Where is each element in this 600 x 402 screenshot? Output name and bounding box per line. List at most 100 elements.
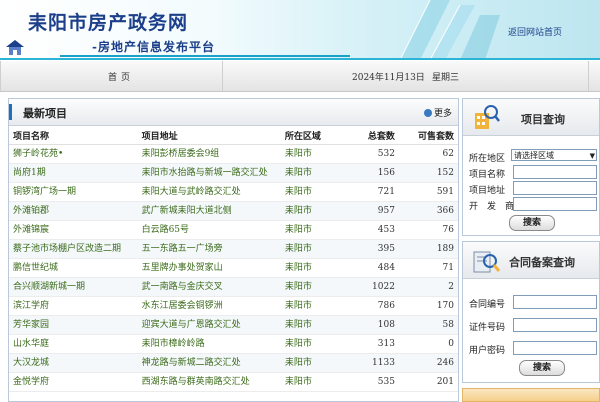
project-name-cell[interactable]: 金悦学府 xyxy=(9,372,138,392)
available-units-cell: 71 xyxy=(398,258,458,278)
house-logo-icon xyxy=(6,40,24,55)
table-row[interactable]: 滨江学府 水东江居委会铜锣洲 耒阳市 786 170 xyxy=(9,296,458,316)
region-select[interactable]: 请选择区域 ▼ xyxy=(511,149,597,161)
contract-number-row: 合同编号 xyxy=(463,292,599,314)
project-name-cell[interactable]: 鹏信世纪城 xyxy=(9,258,138,278)
project-name-cell[interactable]: 芳华家园 xyxy=(9,315,138,335)
table-row[interactable]: 合兴顺湖新城一期 武一南路与金庆交叉 耒阳市 1022 2 xyxy=(9,277,458,297)
project-area-cell: 耒阳市 xyxy=(280,163,349,183)
table-row[interactable]: 铜锣湾广场一期 耒阳大道与武岭路交汇处 耒阳市 721 591 xyxy=(9,182,458,202)
total-units-cell: 484 xyxy=(348,258,399,278)
project-area-cell: 耒阳市 xyxy=(280,372,349,392)
developer-row: 开发商 xyxy=(463,197,599,212)
table-row[interactable]: 外滩铂郡 武广新城耒阳大道北侧 耒阳市 957 366 xyxy=(9,201,458,221)
project-name-cell[interactable]: 滨江学府 xyxy=(9,296,138,316)
project-address-label: 项目地址 xyxy=(469,186,506,196)
contract-query-title: 合同备案查询 xyxy=(509,256,575,269)
project-address-cell: 白云路65号 xyxy=(137,220,281,240)
project-name-label: 项目名称 xyxy=(469,170,506,180)
cert-number-row: 证件号码 xyxy=(463,315,599,337)
project-address-cell: 耒阳市水抬路与新城一路交汇处 xyxy=(137,163,281,183)
project-area-cell: 耒阳市 xyxy=(280,201,349,221)
project-address-cell: 五里牌办事处贺家山 xyxy=(137,258,281,278)
table-row[interactable]: 芳华家园 迎宾大道与广恩路交汇处 耒阳市 108 58 xyxy=(9,315,458,335)
available-units-cell: 201 xyxy=(398,372,458,392)
table-row[interactable]: 蔡子池市场棚户区改造二期 五一东路五一广场旁 耒阳市 395 189 xyxy=(9,239,458,259)
table-row[interactable]: 狮子岭花苑• 耒阳彭桥居委会9组 耒阳市 532 62 xyxy=(9,144,458,164)
return-home-link[interactable]: 返回网站首页 xyxy=(508,25,562,38)
project-address-cell: 水东江居委会铜锣洲 xyxy=(137,296,281,316)
header-accent-bar xyxy=(9,104,12,120)
project-address-cell: 神龙路与新城二路交汇处 xyxy=(137,353,281,373)
table-row[interactable]: 金悦学府 西湖东路与群英南路交汇处 耒阳市 535 201 xyxy=(9,372,458,392)
site-header: 耒阳市房产政务网 -房地产信息发布平台 返回网站首页 xyxy=(0,0,600,60)
project-address-cell: 迎宾大道与广恩路交汇处 xyxy=(137,315,281,335)
available-units-cell: 189 xyxy=(398,239,458,259)
contract-search-button[interactable]: 搜索 xyxy=(519,360,565,376)
project-address-cell: 耒阳大道与武岭路交汇处 xyxy=(137,182,281,202)
developer-input[interactable] xyxy=(513,197,597,211)
project-address-cell: 西湖东路与群英南路交汇处 xyxy=(137,372,281,392)
project-area-cell: 耒阳市 xyxy=(280,144,349,164)
total-units-cell: 721 xyxy=(348,182,399,202)
project-name-cell[interactable]: 外滩锦宸 xyxy=(9,220,138,240)
project-name-input[interactable] xyxy=(513,165,597,179)
project-query-header: 项目查询 xyxy=(463,99,599,136)
project-name-cell[interactable]: 山水华庭 xyxy=(9,334,138,354)
site-title: 耒阳市房产政务网 xyxy=(28,12,189,34)
column-header: 项目地址 xyxy=(137,126,281,145)
table-header-row: 项目名称 项目地址 所在区域 总套数 可售套数 xyxy=(9,126,458,145)
project-name-cell[interactable]: 外滩铂郡 xyxy=(9,201,138,221)
contract-number-input[interactable] xyxy=(513,295,597,309)
available-units-cell: 170 xyxy=(398,296,458,316)
table-row[interactable]: 鹏信世纪城 五里牌办事处贺家山 耒阳市 484 71 xyxy=(9,258,458,278)
project-name-cell[interactable]: 合兴顺湖新城一期 xyxy=(9,277,138,297)
table-row[interactable]: 尚府1期 耒阳市水抬路与新城一路交汇处 耒阳市 156 152 xyxy=(9,163,458,183)
nav-separator xyxy=(0,61,1,91)
latest-projects-panel: 最新项目 更多 项目名称 项目地址 所在区域 总套数 可售套数 狮子岭花苑• 耒阳… xyxy=(8,98,459,402)
available-units-cell: 591 xyxy=(398,182,458,202)
user-password-label: 用户密码 xyxy=(469,346,506,356)
project-query-panel: 项目查询 所在地区 请选择区域 ▼ 项目名称 项目地址 开发商 搜索 xyxy=(462,98,600,236)
cert-number-input[interactable] xyxy=(513,318,597,332)
project-name-cell[interactable]: 铜锣湾广场一期 xyxy=(9,182,138,202)
total-units-cell: 453 xyxy=(348,220,399,240)
more-icon xyxy=(423,109,432,117)
total-units-cell: 108 xyxy=(348,315,399,335)
cert-number-label: 证件号码 xyxy=(469,323,506,333)
latest-projects-title: 最新项目 xyxy=(23,107,67,120)
user-password-input[interactable] xyxy=(513,341,597,355)
project-search-button[interactable]: 搜索 xyxy=(509,215,555,231)
current-date: 2024年11月13日 xyxy=(352,73,425,83)
project-area-cell: 耒阳市 xyxy=(280,296,349,316)
project-name-cell[interactable]: 狮子岭花苑• xyxy=(9,144,138,164)
project-address-input[interactable] xyxy=(513,181,597,195)
project-address-cell: 耒阳市樟岭岭路 xyxy=(137,334,281,354)
region-row: 所在地区 请选择区域 ▼ xyxy=(463,149,599,164)
contract-query-panel: 合同备案查询 合同编号 证件号码 用户密码 搜索 xyxy=(462,241,600,383)
nav-separator xyxy=(588,61,589,91)
project-name-cell[interactable]: 大汉龙城 xyxy=(9,353,138,373)
building-banner-graphic xyxy=(399,0,500,60)
project-area-cell: 耒阳市 xyxy=(280,258,349,278)
available-units-cell: 0 xyxy=(398,334,458,354)
table-row[interactable]: 山水华庭 耒阳市樟岭岭路 耒阳市 313 0 xyxy=(9,334,458,354)
column-header: 总套数 xyxy=(348,126,399,145)
total-units-cell: 957 xyxy=(348,201,399,221)
project-name-cell[interactable]: 尚府1期 xyxy=(9,163,138,183)
project-address-cell: 五一东路五一广场旁 xyxy=(137,239,281,259)
table-row[interactable]: 外滩锦宸 白云路65号 耒阳市 453 76 xyxy=(9,220,458,240)
table-row[interactable]: 大汉龙城 神龙路与新城二路交汇处 耒阳市 1133 246 xyxy=(9,353,458,373)
project-search-icon xyxy=(475,105,500,129)
project-area-cell: 耒阳市 xyxy=(280,220,349,240)
column-header: 项目名称 xyxy=(9,126,138,145)
more-link[interactable]: 更多 xyxy=(423,106,452,119)
nav-home-link[interactable]: 首页 xyxy=(108,70,134,83)
project-address-cell: 武广新城耒阳大道北侧 xyxy=(137,201,281,221)
project-name-cell[interactable]: 蔡子池市场棚户区改造二期 xyxy=(9,239,138,259)
site-subtitle: -房地产信息发布平台 xyxy=(92,40,215,54)
column-header: 所在区域 xyxy=(280,126,349,145)
available-units-cell: 2 xyxy=(398,277,458,297)
available-units-cell: 246 xyxy=(398,353,458,373)
header-divider xyxy=(60,55,350,57)
